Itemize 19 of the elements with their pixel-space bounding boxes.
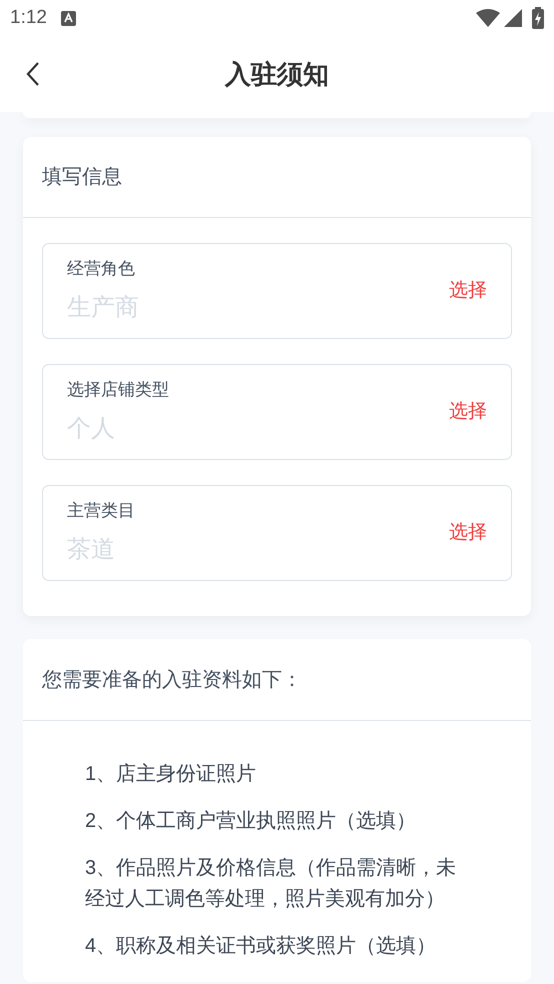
section-title: 您需要准备的入驻资料如下： (42, 668, 302, 692)
field-label: 选择店铺类型 (67, 379, 170, 401)
requirement-item: 4、职称及相关证书或获奖照片（选填） (85, 934, 438, 959)
select-button[interactable]: 选择 (449, 398, 487, 426)
wifi-icon (476, 9, 500, 27)
signal-icon (504, 9, 522, 27)
status-time: 1:12 (10, 6, 47, 30)
section-title: 填写信息 (42, 165, 122, 190)
field-label: 主营类目 (67, 500, 136, 522)
select-button[interactable]: 选择 (449, 276, 487, 306)
back-icon (26, 61, 40, 87)
select-button[interactable]: 选择 (449, 518, 487, 548)
page-title: 入驻须知 (225, 58, 329, 90)
battery-icon (532, 7, 544, 29)
notification-icon (60, 10, 76, 26)
requirement-item: 3、作品照片及价格信息（作品需清晰，未经过人工调色等处理，照片美观有加分） (85, 856, 458, 912)
requirement-item: 2、个体工商户营业执照照片（选填） (85, 809, 418, 834)
requirement-item: 1、店主身份证照片 (85, 762, 258, 787)
field-label: 经营角色 (67, 258, 136, 280)
